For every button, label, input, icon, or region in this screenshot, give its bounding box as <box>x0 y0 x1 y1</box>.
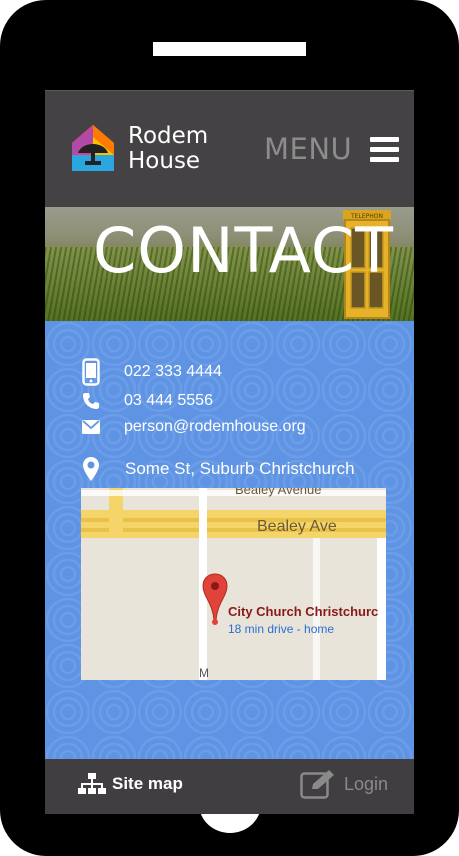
map-side-street: M <box>199 666 209 680</box>
address-row[interactable]: Some St, Suburb Christchurch <box>81 456 355 482</box>
map-pin-icon[interactable] <box>201 572 229 628</box>
hero-banner: TELEPHON CONTACT <box>45 207 414 321</box>
email-row[interactable]: person@rodemhouse.org <box>81 418 306 436</box>
phone-row[interactable]: 03 444 5556 <box>81 392 213 410</box>
rodem-house-logo-icon[interactable] <box>70 123 116 173</box>
menu-button[interactable]: MENU <box>264 131 400 167</box>
menu-label: MENU <box>264 132 353 166</box>
edit-icon <box>300 770 334 799</box>
map-street-main: Bealey Ave <box>257 518 337 535</box>
envelope-icon <box>81 420 101 434</box>
brand-name[interactable]: Rodem House <box>128 124 208 174</box>
email-link[interactable]: person@rodemhouse.org <box>124 418 306 436</box>
map-place-name[interactable]: City Church Christchurc <box>228 604 378 619</box>
site-footer: Site map Login <box>45 759 414 814</box>
sitemap-label: Site map <box>112 774 183 793</box>
brand-line-2: House <box>128 148 201 174</box>
phone-speaker <box>153 42 306 56</box>
brand-line-1: Rodem <box>128 123 209 149</box>
phone-icon <box>81 392 101 410</box>
phone-frame: Rodem House MENU TELEPHON CONTACT 022 33… <box>0 0 459 856</box>
map-roads <box>81 488 386 680</box>
mobile-icon <box>81 358 101 386</box>
map-marker-icon <box>81 456 101 482</box>
mobile-row[interactable]: 022 333 4444 <box>81 358 222 386</box>
sitemap-link[interactable]: Site map <box>78 773 183 795</box>
mobile-number[interactable]: 022 333 4444 <box>124 363 222 381</box>
phone-number[interactable]: 03 444 5556 <box>124 392 213 410</box>
screen: Rodem House MENU TELEPHON CONTACT 022 33… <box>45 90 414 814</box>
login-link[interactable]: Login <box>300 769 388 799</box>
hamburger-icon <box>370 137 400 162</box>
map-street-top: Bealey Avenue <box>235 488 322 497</box>
page-title: CONTACT <box>93 214 395 287</box>
address-text: Some St, Suburb Christchurch <box>125 459 355 478</box>
sitemap-icon <box>78 773 106 794</box>
map-drive-info[interactable]: 18 min drive - home <box>228 622 334 636</box>
site-header: Rodem House MENU <box>45 90 414 207</box>
login-label: Login <box>344 773 389 794</box>
location-map[interactable]: Bealey Avenue Bealey Ave M City Church C… <box>81 488 386 680</box>
